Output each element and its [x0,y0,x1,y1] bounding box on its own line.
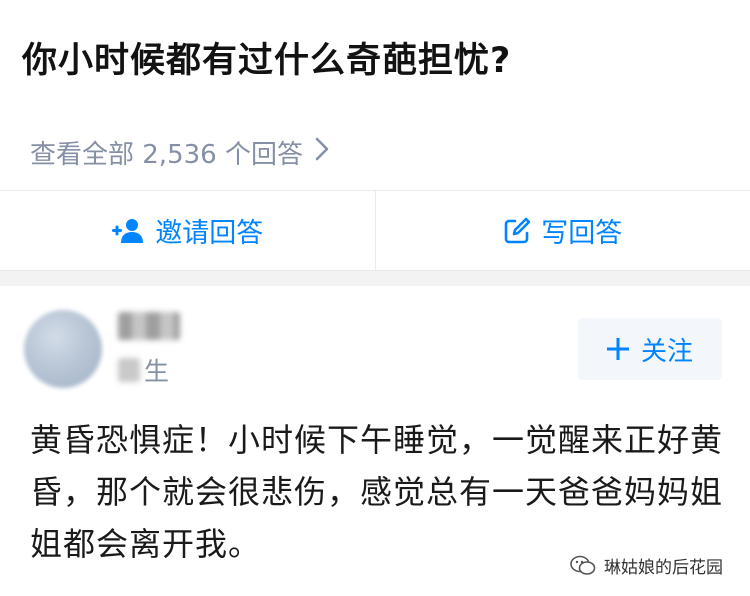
edit-icon [504,217,531,243]
invite-answer-button[interactable]: 邀请回答 [0,191,376,270]
watermark-label: 琳姑娘的后花园 [604,558,723,578]
write-answer-button[interactable]: 写回答 [376,191,750,270]
invite-answer-label: 邀请回答 [155,218,264,249]
plus-icon [606,330,629,368]
question-title[interactable]: 你小时候都有过什么奇葩担忧? [22,32,511,83]
write-answer-label: 写回答 [541,218,623,249]
answer-content[interactable]: 黄昏恐惧症！小时候下午睡觉，一觉醒来正好黄昏，那个就会很悲伤，感觉总有一天爸爸妈… [30,414,730,570]
author-description-text: 生 [144,357,170,386]
author-name-blurred[interactable] [118,312,180,340]
author-avatar[interactable] [24,310,102,388]
wechat-icon [570,555,596,575]
blurred-text [118,358,140,382]
chevron-right-icon [315,137,329,168]
view-all-label: 查看全部 2,536 个回答 [30,140,303,170]
section-divider [0,270,750,286]
answer-action-bar: 邀请回答 写回答 [0,190,750,270]
follow-label: 关注 [640,336,693,367]
follow-button[interactable]: 关注 [578,318,722,380]
add-person-icon [112,218,144,243]
view-all-answers-link[interactable]: 查看全部 2,536 个回答 [30,134,329,171]
watermark: 琳姑娘的后花园 [570,553,723,578]
author-description: 生 [118,352,169,388]
